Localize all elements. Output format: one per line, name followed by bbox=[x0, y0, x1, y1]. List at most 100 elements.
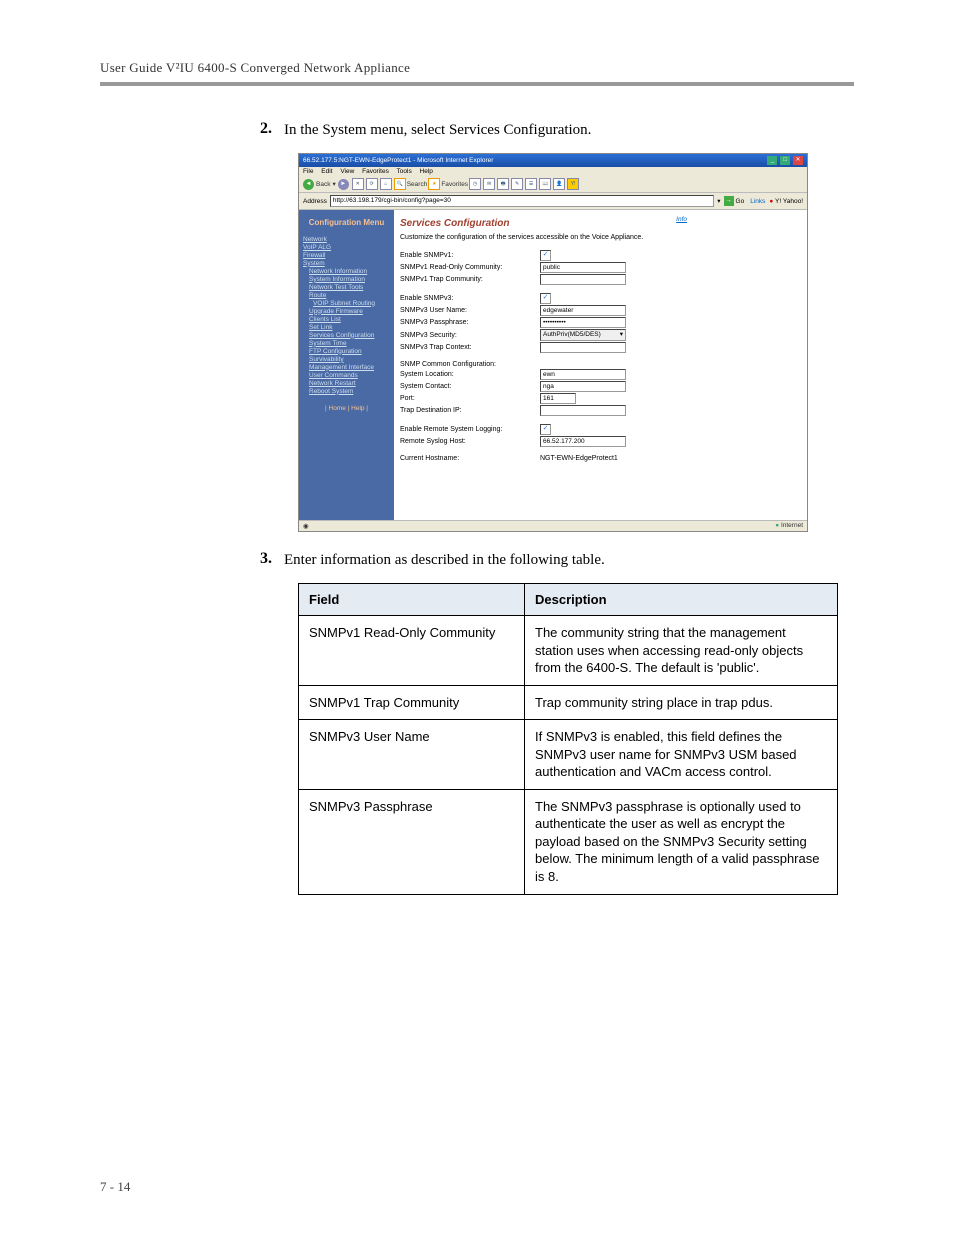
sidebar-item-setlink[interactable]: Set Link bbox=[309, 324, 390, 331]
discuss-icon[interactable]: ☰ bbox=[525, 178, 537, 190]
menu-tools[interactable]: Tools bbox=[397, 168, 412, 175]
history-icon[interactable]: ◷ bbox=[469, 178, 481, 190]
checkbox-enable-v3[interactable]: ✓ bbox=[540, 293, 551, 304]
sidebar-item-systime[interactable]: System Time bbox=[309, 340, 390, 347]
label-loc: System Location: bbox=[400, 371, 540, 378]
input-v3-trap[interactable] bbox=[540, 342, 626, 353]
refresh-icon[interactable]: ⟳ bbox=[366, 178, 378, 190]
chevron-down-icon: ▾ bbox=[620, 330, 623, 340]
sidebar-item-survivability[interactable]: Survivability bbox=[309, 356, 390, 363]
input-v1-ro[interactable]: public bbox=[540, 262, 626, 273]
sidebar-item-ftpconfig[interactable]: FTP Configuration bbox=[309, 348, 390, 355]
edit-icon[interactable]: ✎ bbox=[511, 178, 523, 190]
sidebar-item-services[interactable]: Services Configuration bbox=[309, 332, 390, 339]
label-v1-ro: SNMPv1 Read-Only Community: bbox=[400, 264, 540, 271]
checkbox-enable-v1[interactable]: ✓ bbox=[540, 250, 551, 261]
sidebar-item-mgmtint[interactable]: Management Interface bbox=[309, 364, 390, 371]
maximize-icon[interactable]: □ bbox=[780, 156, 790, 165]
cell-desc: If SNMPv3 is enabled, this field defines… bbox=[525, 720, 838, 790]
back-dropdown-icon[interactable]: ▾ bbox=[332, 180, 335, 188]
menu-edit[interactable]: Edit bbox=[321, 168, 332, 175]
cell-field: SNMPv1 Read-Only Community bbox=[299, 616, 525, 686]
label-contact: System Contact: bbox=[400, 383, 540, 390]
input-v3-user[interactable]: edgewater bbox=[540, 305, 626, 316]
input-syslog[interactable]: 66.52.177.200 bbox=[540, 436, 626, 447]
table-row: SNMPv1 Trap Community Trap community str… bbox=[299, 685, 838, 720]
label-v3-sec: SNMPv3 Security: bbox=[400, 332, 540, 339]
label-syslog: Remote Syslog Host: bbox=[400, 438, 540, 445]
cell-field: SNMPv3 Passphrase bbox=[299, 789, 525, 894]
table-row: SNMPv3 Passphrase The SNMPv3 passphrase … bbox=[299, 789, 838, 894]
step-3-text: Enter information as described in the fo… bbox=[284, 550, 605, 571]
step-2-number: 2. bbox=[260, 120, 284, 141]
sidebar-item-netrestart[interactable]: Network Restart bbox=[309, 380, 390, 387]
table-row: SNMPv1 Read-Only Community The community… bbox=[299, 616, 838, 686]
info-link[interactable]: Info bbox=[676, 216, 687, 223]
step-3-number: 3. bbox=[260, 550, 284, 571]
menu-file[interactable]: File bbox=[303, 168, 313, 175]
select-v3-sec-value: AuthPriv(MD5/DES) bbox=[543, 330, 601, 340]
label-hostname: Current Hostname: bbox=[400, 455, 540, 462]
label-trapip: Trap Destination IP: bbox=[400, 407, 540, 414]
menu-help[interactable]: Help bbox=[420, 168, 433, 175]
sidebar-item-sysinfo[interactable]: System Information bbox=[309, 276, 390, 283]
links-label[interactable]: Links bbox=[750, 198, 765, 205]
print-icon[interactable]: 🖶 bbox=[497, 178, 509, 190]
research-icon[interactable]: 📖 bbox=[539, 178, 551, 190]
close-icon[interactable]: ✕ bbox=[793, 156, 803, 165]
stop-icon[interactable]: ✕ bbox=[352, 178, 364, 190]
cell-field: SNMPv1 Trap Community bbox=[299, 685, 525, 720]
sidebar-item-netinfo[interactable]: Network Information bbox=[309, 268, 390, 275]
header-rule bbox=[100, 82, 854, 86]
input-trapip[interactable] bbox=[540, 405, 626, 416]
input-contact[interactable]: nga bbox=[540, 381, 626, 392]
minimize-icon[interactable]: _ bbox=[767, 156, 777, 165]
step-2: 2. In the System menu, select Services C… bbox=[260, 120, 854, 141]
sidebar-item-voipalg[interactable]: VoIP ALG bbox=[303, 244, 390, 251]
go-label[interactable]: Go bbox=[736, 198, 745, 205]
field-description-table: Field Description SNMPv1 Read-Only Commu… bbox=[298, 583, 838, 895]
messenger-icon[interactable]: 👤 bbox=[553, 178, 565, 190]
yahoo-label[interactable]: ● Y! Yahoo! bbox=[769, 198, 803, 205]
content-title: Services Configuration bbox=[400, 218, 801, 229]
sidebar: Configuration Menu Network VoIP ALG Fire… bbox=[299, 210, 394, 520]
cell-desc: The community string that the management… bbox=[525, 616, 838, 686]
address-input[interactable]: http://63.198.179/cgi-bin/config?page=30 bbox=[330, 195, 714, 207]
go-icon[interactable]: → bbox=[724, 196, 734, 206]
sidebar-item-usercmd[interactable]: User Commands bbox=[309, 372, 390, 379]
sidebar-item-clients[interactable]: Clients List bbox=[309, 316, 390, 323]
sidebar-item-upgrade[interactable]: Upgrade Firmware bbox=[309, 308, 390, 315]
menu-view[interactable]: View bbox=[340, 168, 354, 175]
favorites-icon[interactable]: ★ bbox=[428, 178, 440, 190]
search-icon[interactable]: 🔍 bbox=[394, 178, 406, 190]
window-title: 66.52.177.5:NGT-EWN-EdgeProtect1 - Micro… bbox=[303, 157, 493, 164]
input-loc[interactable]: ewn bbox=[540, 369, 626, 380]
sidebar-item-system[interactable]: System bbox=[303, 260, 390, 267]
home-icon[interactable]: ⌂ bbox=[380, 178, 392, 190]
toolbar: ◄ Back ▾ ► ✕ ⟳ ⌂ 🔍 Search ★ Favorites ◷ … bbox=[299, 176, 807, 193]
label-v1-trap: SNMPv1 Trap Community: bbox=[400, 276, 540, 283]
checkbox-remote[interactable]: ✓ bbox=[540, 424, 551, 435]
input-port[interactable]: 161 bbox=[540, 393, 576, 404]
back-icon[interactable]: ◄ bbox=[303, 179, 314, 190]
favorites-label[interactable]: Favorites bbox=[441, 181, 468, 188]
mail-icon[interactable]: ✉ bbox=[483, 178, 495, 190]
sidebar-item-voipsubnet[interactable]: VOIP Subnet Routing bbox=[313, 300, 390, 307]
menu-favorites[interactable]: Favorites bbox=[362, 168, 389, 175]
sidebar-item-reboot[interactable]: Reboot System bbox=[309, 388, 390, 395]
forward-icon[interactable]: ► bbox=[338, 179, 349, 190]
sidebar-bottom-links[interactable]: | Home | Help | bbox=[303, 405, 390, 412]
step-3: 3. Enter information as described in the… bbox=[260, 550, 854, 571]
sidebar-item-route[interactable]: Route bbox=[309, 292, 390, 299]
input-v1-trap[interactable] bbox=[540, 274, 626, 285]
select-v3-sec[interactable]: AuthPriv(MD5/DES) ▾ bbox=[540, 329, 626, 341]
back-label[interactable]: Back bbox=[316, 181, 330, 188]
input-v3-pass[interactable]: •••••••••• bbox=[540, 317, 626, 328]
sidebar-item-firewall[interactable]: Firewall bbox=[303, 252, 390, 259]
yahoo-icon[interactable]: Y! bbox=[567, 178, 579, 190]
address-dropdown-icon[interactable]: ▾ bbox=[717, 197, 720, 205]
sidebar-item-network[interactable]: Network bbox=[303, 236, 390, 243]
sidebar-item-nettest[interactable]: Network Test Tools bbox=[309, 284, 390, 291]
sidebar-title: Configuration Menu bbox=[303, 218, 390, 228]
search-label[interactable]: Search bbox=[407, 181, 428, 188]
